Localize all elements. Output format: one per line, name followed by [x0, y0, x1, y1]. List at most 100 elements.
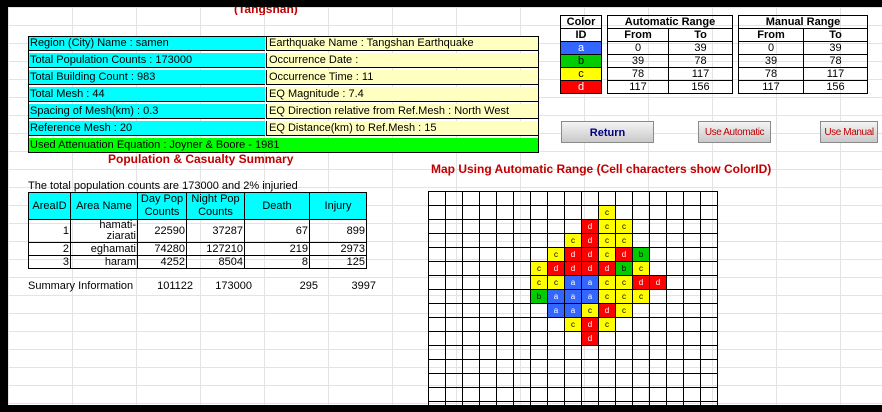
- map-cell: [513, 233, 531, 248]
- map-cell: [479, 387, 497, 402]
- map-cell: [530, 331, 548, 346]
- map-row: ccaaccdd: [428, 275, 718, 290]
- map-cell: c: [564, 317, 582, 332]
- map-cell: [513, 345, 531, 360]
- map-cell: [564, 373, 582, 388]
- map-row: cdcc: [428, 233, 718, 248]
- map-row: c: [428, 205, 718, 220]
- map-cell: [428, 303, 446, 318]
- map-cell: c: [615, 219, 633, 234]
- population-summary-title: Population & Casualty Summary: [108, 152, 294, 166]
- map-cell: c: [547, 247, 565, 262]
- map-cell: [632, 345, 650, 360]
- map-cell: [547, 359, 565, 374]
- return-button[interactable]: Return: [561, 121, 654, 143]
- map-cell: d: [632, 275, 650, 290]
- map-cell: [462, 275, 480, 290]
- map-cell: c: [598, 275, 616, 290]
- map-cell: [479, 345, 497, 360]
- map-cell: [547, 373, 565, 388]
- map-row: [428, 373, 718, 388]
- map-cell: [462, 373, 480, 388]
- population-row: 1 hamati-ziarati 22590 37287 67 899: [28, 219, 367, 243]
- map-cell: c: [581, 303, 599, 318]
- map-cell: [513, 275, 531, 290]
- map-cell: [462, 233, 480, 248]
- auto-to-cell: 78: [668, 54, 733, 68]
- map-cell: [445, 317, 463, 332]
- info-ref-mesh: Reference Mesh : 20: [28, 121, 265, 136]
- cell-day: 74280: [137, 242, 187, 256]
- map-cell: [649, 233, 667, 248]
- map-cell: c: [598, 233, 616, 248]
- map-cell: [462, 289, 480, 304]
- header-auto-to: To: [668, 28, 733, 42]
- map-cell: [513, 261, 531, 276]
- map-cell: a: [564, 289, 582, 304]
- use-manual-button[interactable]: Use Manual: [820, 121, 878, 143]
- summary-night-pop: 173000: [215, 280, 252, 292]
- map-cell: [700, 275, 718, 290]
- map-cell: [530, 219, 548, 234]
- map-cell: [547, 387, 565, 402]
- map-cell: [428, 359, 446, 374]
- map-cell: [683, 317, 701, 332]
- population-row: 2 eghamati 74280 127210 219 2973: [28, 242, 367, 256]
- map-cell: [479, 275, 497, 290]
- map-cell: [700, 317, 718, 332]
- manual-to-cell: 117: [803, 67, 868, 81]
- map-cell: [479, 191, 497, 206]
- map-cell: [683, 205, 701, 220]
- map-cell: [615, 387, 633, 402]
- map-cell: b: [530, 289, 548, 304]
- map-cell: [496, 275, 514, 290]
- map-row: baaaccc: [428, 289, 718, 304]
- map-cell: [649, 359, 667, 374]
- map-cell: d: [615, 247, 633, 262]
- map-cell: [700, 219, 718, 234]
- map-cell: [632, 303, 650, 318]
- attenuation-equation: Used Attenuation Equation : Joyner & Boo…: [28, 138, 539, 153]
- map-cell: [615, 345, 633, 360]
- info-population: Total Population Counts : 173000: [28, 53, 265, 68]
- map-cell: [428, 387, 446, 402]
- map-cell: [513, 331, 531, 346]
- map-cell: [479, 373, 497, 388]
- map-cell: [513, 247, 531, 262]
- auto-from-cell: 78: [607, 67, 669, 81]
- map-cell: [530, 233, 548, 248]
- map-cell: [428, 275, 446, 290]
- map-cell: [479, 205, 497, 220]
- map-cell: [581, 359, 599, 374]
- use-automatic-button[interactable]: Use Automatic: [698, 121, 771, 143]
- map-cell: [649, 205, 667, 220]
- map-row: dcc: [428, 219, 718, 234]
- manual-from-cell: 117: [738, 80, 804, 94]
- map-cell: d: [581, 247, 599, 262]
- map-cell: [530, 359, 548, 374]
- map-cell: [479, 233, 497, 248]
- map-cell: [666, 387, 684, 402]
- map-cell: [632, 205, 650, 220]
- map-cell: [564, 219, 582, 234]
- map-cell: [530, 303, 548, 318]
- population-table: AreaID Area Name Day Pop Counts Night Po…: [28, 192, 367, 269]
- map-cell: [462, 247, 480, 262]
- map-title: Map Using Automatic Range (Cell characte…: [431, 162, 772, 176]
- map-cell: [479, 247, 497, 262]
- map-cell: [445, 331, 463, 346]
- map-cell: [428, 317, 446, 332]
- map-cell: [598, 387, 616, 402]
- map-cell: [632, 331, 650, 346]
- info-buildings: Total Building Count : 983: [28, 70, 265, 85]
- map-row: [428, 401, 718, 405]
- cell-death: 67: [244, 219, 310, 243]
- map-cell: c: [530, 261, 548, 276]
- cell-id: 3: [28, 255, 71, 269]
- map-cell: [683, 373, 701, 388]
- map-cell: [683, 233, 701, 248]
- map-cell: [615, 401, 633, 405]
- map-cell: [666, 373, 684, 388]
- col-injury: Injury: [309, 192, 367, 220]
- map-cell: [683, 247, 701, 262]
